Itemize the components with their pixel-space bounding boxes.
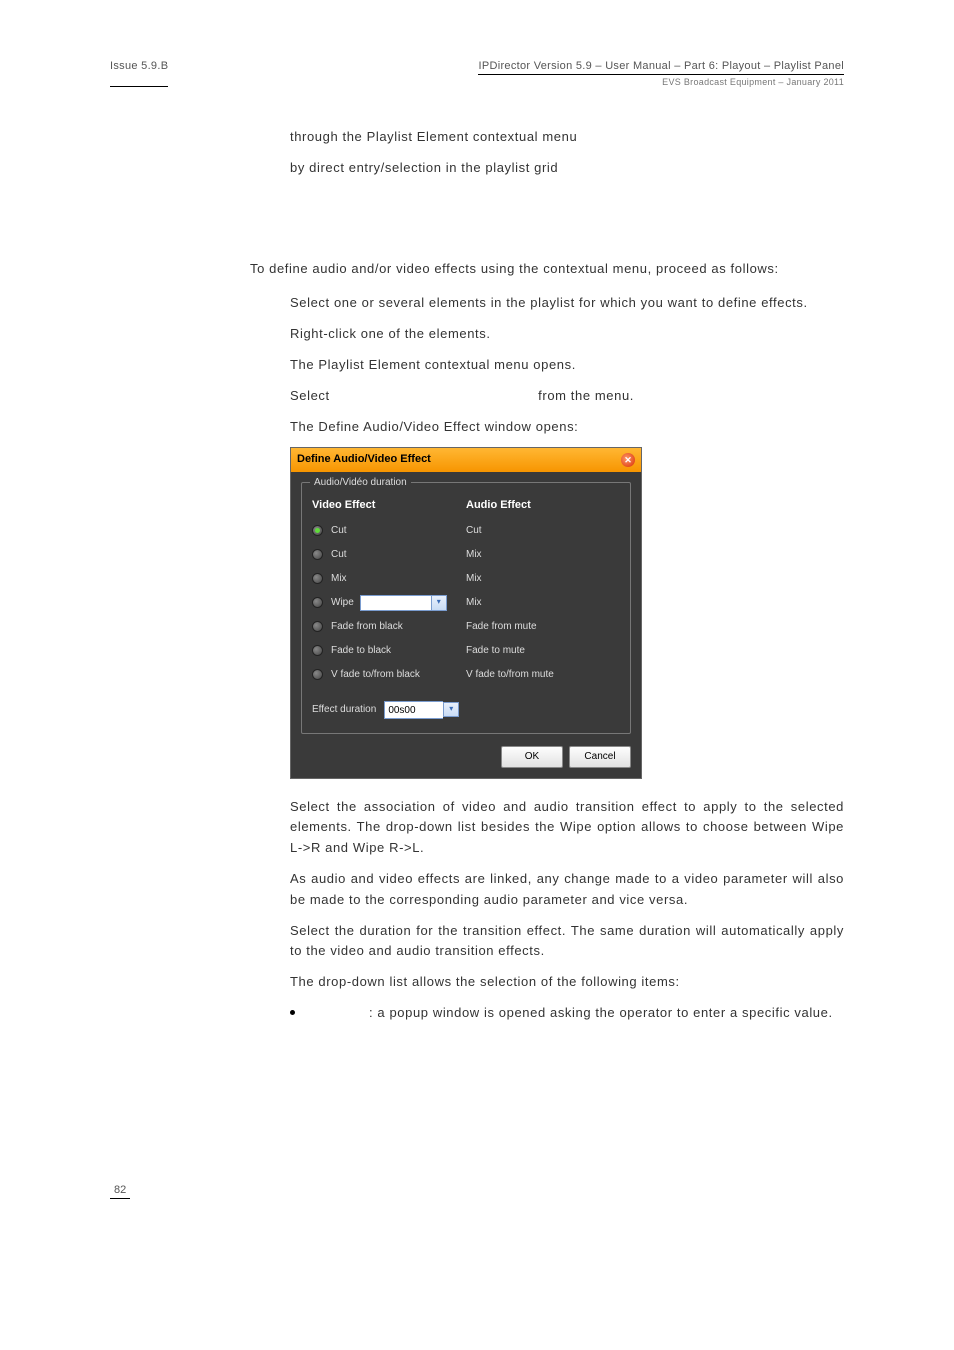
page-footer: 82: [110, 1184, 844, 1199]
header-issue: Issue 5.9.B: [110, 60, 168, 87]
cancel-button[interactable]: Cancel: [569, 746, 631, 768]
effect-duration-label: Effect duration: [312, 702, 376, 718]
audio-effect-label-row: Mix: [466, 595, 620, 611]
video-effect-option[interactable]: Fade to black: [312, 643, 466, 659]
para-ddlist: The drop-down list allows the selection …: [290, 972, 844, 993]
audio-effect-header: Audio Effect: [466, 497, 620, 515]
dialog-titlebar[interactable]: Define Audio/Video Effect ✕: [291, 448, 641, 472]
radio-icon[interactable]: [312, 549, 323, 560]
chevron-down-icon: ▾: [437, 596, 441, 609]
radio-icon[interactable]: [312, 573, 323, 584]
audio-effect-label-row: Mix: [466, 547, 620, 563]
wipe-dropdown-field[interactable]: [360, 595, 431, 611]
para-duration: Select the duration for the transition e…: [290, 921, 844, 963]
video-effect-header: Video Effect: [312, 497, 466, 515]
video-effect-label: Fade to black: [331, 643, 391, 659]
video-effect-option[interactable]: Cut: [312, 547, 466, 563]
video-effect-label: Cut: [331, 523, 347, 539]
audio-effect-label: V fade to/from mute: [466, 667, 554, 683]
define-effect-dialog: Define Audio/Video Effect ✕ Audio/Vidéo …: [290, 447, 642, 778]
radio-icon[interactable]: [312, 669, 323, 680]
video-effect-label: Cut: [331, 547, 347, 563]
ok-button[interactable]: OK: [501, 746, 563, 768]
fieldset-legend: Audio/Vidéo duration: [310, 475, 411, 491]
radio-icon[interactable]: [312, 525, 323, 536]
audio-effect-label-row: Cut: [466, 523, 620, 539]
radio-icon[interactable]: [312, 645, 323, 656]
video-effect-label: Fade from black: [331, 619, 403, 635]
step-3b: The Define Audio/Video Effect window ope…: [290, 417, 844, 438]
step-3a-post: from the menu.: [538, 388, 634, 403]
bullet-1-text: : a popup window is opened asking the op…: [369, 1005, 833, 1020]
audio-effect-label-row: V fade to/from mute: [466, 667, 620, 683]
audio-effect-label: Mix: [466, 595, 482, 611]
para-define: To define audio and/or video effects usi…: [250, 259, 844, 280]
video-effect-option[interactable]: Cut: [312, 523, 466, 539]
para-linked: As audio and video effects are linked, a…: [290, 869, 844, 911]
audio-effect-label-row: Fade to mute: [466, 643, 620, 659]
step-3a: Select from the menu.: [290, 386, 844, 407]
step-1: Select one or several elements in the pl…: [290, 293, 844, 314]
wipe-dropdown-button[interactable]: ▾: [431, 595, 447, 611]
intro-line-2: by direct entry/selection in the playlis…: [290, 158, 844, 179]
video-effect-label: Wipe: [331, 595, 354, 611]
bullet-icon: [290, 1010, 295, 1015]
step-2b: The Playlist Element contextual menu ope…: [290, 355, 844, 376]
audio-effect-label: Mix: [466, 547, 482, 563]
header-doc-title: IPDirector Version 5.9 – User Manual – P…: [478, 60, 844, 75]
radio-icon[interactable]: [312, 597, 323, 608]
intro-line-1: through the Playlist Element contextual …: [290, 127, 844, 148]
audio-effect-label: Mix: [466, 571, 482, 587]
video-effect-option[interactable]: Mix: [312, 571, 466, 587]
video-effect-option[interactable]: V fade to/from black: [312, 667, 466, 683]
audio-effect-label-row: Mix: [466, 571, 620, 587]
audio-effect-label: Fade to mute: [466, 643, 525, 659]
page-content: through the Playlist Element contextual …: [250, 127, 844, 1024]
audio-effect-label: Cut: [466, 523, 482, 539]
list-item: : a popup window is opened asking the op…: [290, 1003, 844, 1024]
para-association: Select the association of video and audi…: [290, 797, 844, 859]
audio-effect-label: Fade from mute: [466, 619, 537, 635]
step-3a-pre: Select: [290, 388, 330, 403]
effect-duration-dropdown-button[interactable]: ▾: [443, 702, 459, 717]
dialog-title-text: Define Audio/Video Effect: [297, 451, 431, 469]
video-effect-option[interactable]: Wipe ▾: [312, 595, 466, 611]
video-effect-label: Mix: [331, 571, 347, 587]
effect-duration-field[interactable]: 00s00: [384, 701, 443, 719]
header-doc-meta: EVS Broadcast Equipment – January 2011: [478, 77, 844, 87]
video-effect-option[interactable]: Fade from black: [312, 619, 466, 635]
close-icon[interactable]: ✕: [621, 453, 635, 467]
audio-effect-label-row: Fade from mute: [466, 619, 620, 635]
chevron-down-icon: ▾: [449, 703, 453, 716]
step-2a: Right-click one of the elements.: [290, 324, 844, 345]
page-number: 82: [110, 1184, 130, 1199]
radio-icon[interactable]: [312, 621, 323, 632]
page-header: Issue 5.9.B IPDirector Version 5.9 – Use…: [110, 60, 844, 87]
video-effect-label: V fade to/from black: [331, 667, 420, 683]
